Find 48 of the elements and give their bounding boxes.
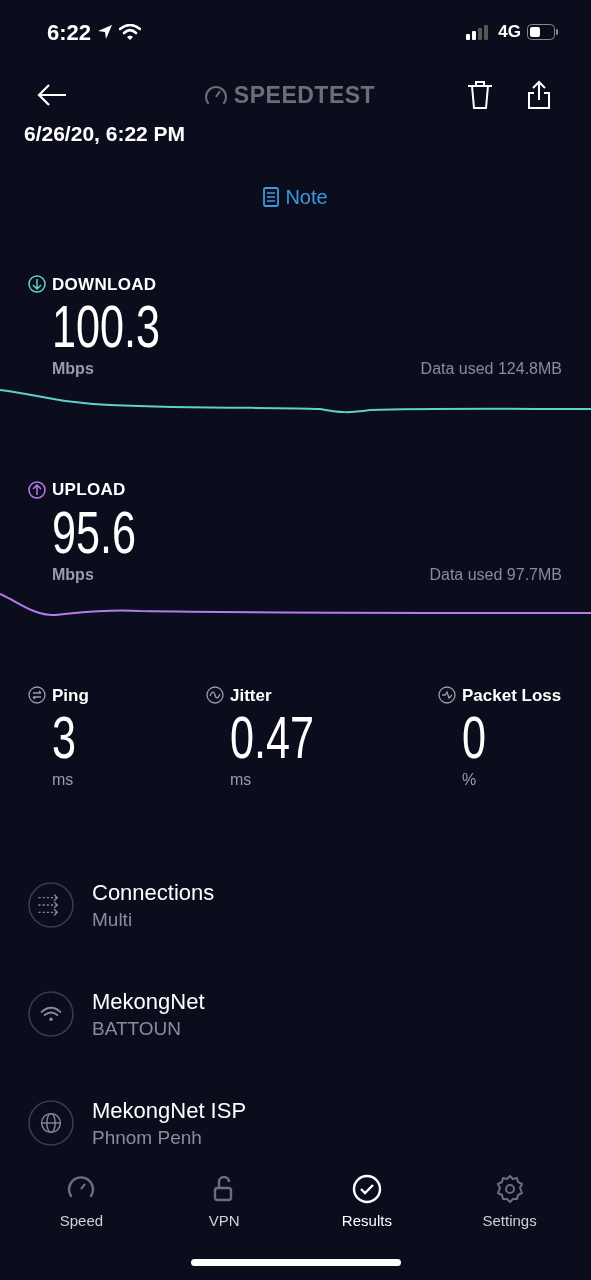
- data-used: Data used 97.7MB: [429, 564, 562, 585]
- connections-icon: [28, 882, 74, 928]
- speed-label: UPLOAD: [52, 479, 126, 501]
- speed-value: 100.3: [52, 297, 161, 357]
- metric-value: 0: [462, 708, 487, 768]
- detail-title: Connections: [92, 879, 215, 907]
- test-date: 6/26/20, 6:22 PM: [23, 121, 187, 147]
- metric-label: Ping: [52, 684, 89, 707]
- detail-subtitle: BATTOUN: [92, 1017, 183, 1041]
- gauge-icon: [203, 84, 228, 106]
- note-icon: [263, 186, 280, 207]
- metric-value: 0.47: [230, 708, 315, 768]
- back-arrow-icon[interactable]: [36, 83, 68, 107]
- detail-title: MekongNet ISP: [92, 1097, 247, 1125]
- network-type: 4G: [498, 21, 521, 44]
- ping-icon: [28, 686, 46, 705]
- metric-label: Jitter: [230, 684, 272, 707]
- trash-icon[interactable]: [467, 80, 493, 110]
- network-icon: [28, 991, 74, 1037]
- speed-unit: Mbps: [52, 359, 94, 379]
- isp-icon: [28, 1100, 74, 1146]
- data-used: Data used 124.8MB: [420, 359, 562, 379]
- tab-button[interactable]: VPN: [152, 1169, 296, 1236]
- metric-unit: %: [461, 770, 477, 790]
- settings-icon: [494, 1173, 525, 1204]
- speed-value: 95.6: [52, 502, 137, 563]
- detail-subtitle: Phnom Penh: [92, 1126, 203, 1150]
- app-logo: SPEEDTEST: [233, 80, 376, 110]
- status-time: 6:22: [47, 18, 92, 47]
- tab-button[interactable]: Speed: [10, 1169, 153, 1236]
- share-icon[interactable]: [527, 80, 551, 110]
- metric-value: 3: [52, 708, 77, 768]
- jitter-icon: [206, 686, 224, 705]
- detail-subtitle: Multi: [92, 908, 134, 932]
- metric-unit: ms: [51, 770, 74, 790]
- note-link[interactable]: Note: [263, 181, 328, 212]
- metric-unit: ms: [229, 770, 252, 790]
- speed-label: DOWNLOAD: [52, 273, 157, 296]
- packet-loss-icon: [438, 686, 456, 705]
- tab-button[interactable]: Results: [295, 1169, 439, 1236]
- results-icon: [351, 1173, 382, 1204]
- wifi-icon: [119, 24, 142, 40]
- detail-title: MekongNet: [92, 988, 205, 1016]
- metric-label: Packet Loss: [462, 684, 562, 707]
- battery-icon: [527, 24, 559, 40]
- tab-button[interactable]: Settings: [438, 1169, 581, 1236]
- location-icon: [97, 24, 114, 40]
- speed-unit: Mbps: [52, 564, 94, 585]
